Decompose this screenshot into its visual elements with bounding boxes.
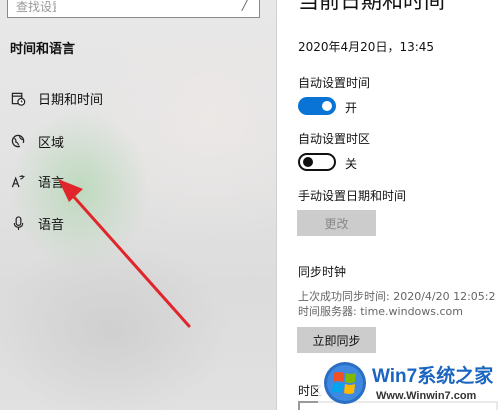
calendar-clock-icon — [10, 90, 26, 106]
windows-logo-icon — [324, 362, 366, 404]
auto-timezone-toggle[interactable] — [298, 153, 336, 171]
main-panel: 当前日期和时间 2020年4月20日，13:45 自动设置时间 开 自动设置时区… — [277, 0, 502, 410]
sidebar-item-language[interactable]: 语言 — [0, 163, 276, 199]
auto-time-toggle[interactable] — [298, 97, 336, 115]
page-title: 当前日期和时间 — [298, 0, 445, 12]
sidebar-item-label: 语音 — [38, 217, 65, 233]
sidebar-item-date-time[interactable]: 日期和时间 — [0, 80, 276, 116]
toggle-knob — [303, 157, 313, 167]
last-sync-text: 上次成功同步时间: 2020/4/20 12:05:2 — [298, 290, 496, 303]
auto-time-state: 开 — [345, 101, 358, 115]
search-placeholder: 查找设置 — [16, 0, 56, 14]
sidebar: 查找设置 ╱ 时间和语言 日期和时间 区域 语言 语音 — [0, 0, 276, 410]
sync-clock-heading: 同步时钟 — [298, 265, 347, 279]
toggle-knob — [322, 101, 332, 111]
watermark-brand: Win7系统之家 — [372, 366, 494, 387]
microphone-icon — [10, 215, 26, 231]
watermark: Win7系统之家 Www.Winwin7.com — [318, 356, 502, 410]
sidebar-item-label: 区域 — [38, 135, 65, 151]
language-icon — [10, 173, 26, 189]
search-input[interactable]: 查找设置 ╱ — [7, 0, 260, 18]
section-title: 时间和语言 — [10, 42, 76, 57]
clear-search-icon[interactable]: ╱ — [242, 0, 249, 11]
auto-time-label: 自动设置时间 — [298, 76, 371, 90]
sidebar-item-speech[interactable]: 语音 — [0, 205, 276, 241]
auto-timezone-state: 关 — [345, 157, 358, 171]
sidebar-item-label: 日期和时间 — [38, 92, 104, 108]
auto-timezone-label: 自动设置时区 — [298, 132, 371, 146]
globe-icon — [10, 133, 26, 149]
current-datetime: 2020年4月20日，13:45 — [298, 40, 435, 54]
time-server-text: 时间服务器: time.windows.com — [298, 305, 464, 318]
sync-now-button[interactable]: 立即同步 — [297, 327, 376, 353]
sidebar-item-region[interactable]: 区域 — [0, 123, 276, 159]
change-button[interactable]: 更改 — [297, 210, 376, 236]
sidebar-item-label: 语言 — [38, 175, 65, 191]
manual-set-label: 手动设置日期和时间 — [298, 189, 407, 203]
watermark-url: Www.Winwin7.com — [376, 390, 477, 402]
